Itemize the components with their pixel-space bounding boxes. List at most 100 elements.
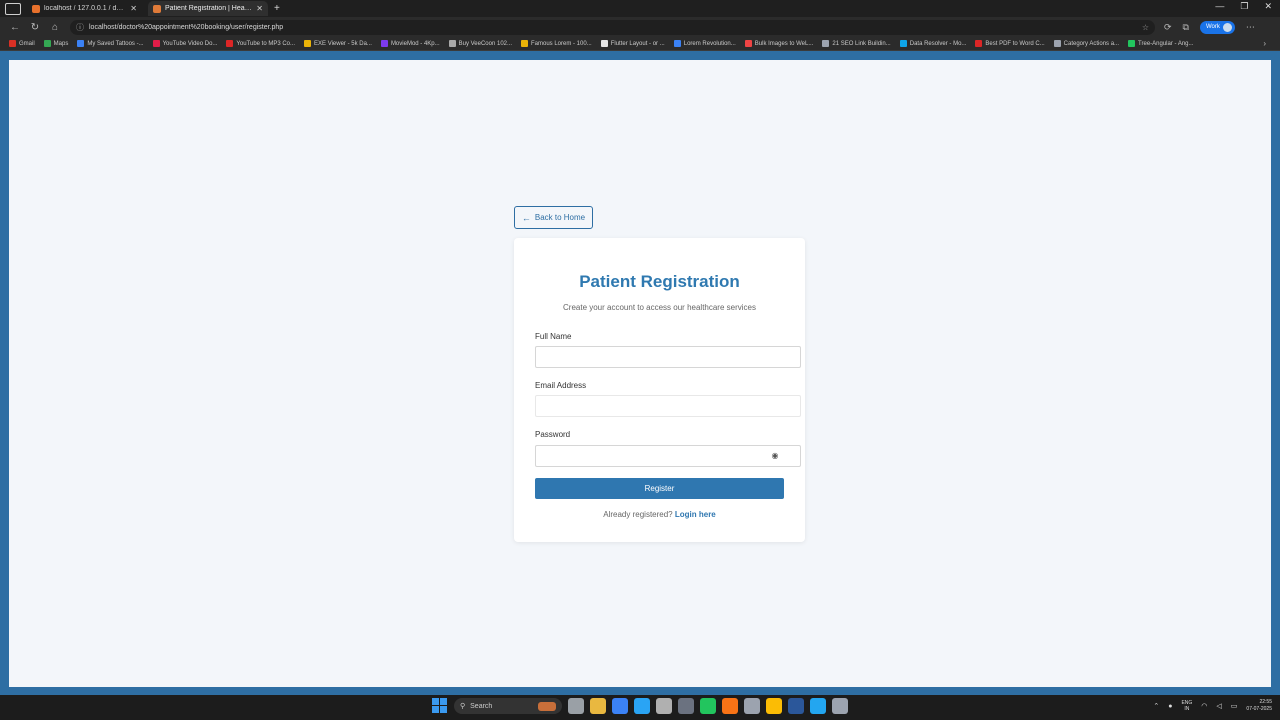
close-window-icon[interactable]: ✕ — [1264, 1, 1272, 12]
back-nav-icon[interactable]: ← — [10, 22, 20, 33]
arrow-left-icon: ← — [521, 212, 531, 223]
chrome-icon[interactable] — [766, 698, 782, 714]
terminal-icon[interactable] — [744, 698, 760, 714]
bookmark-item[interactable]: Buy VeeCoon 102... — [448, 40, 512, 47]
page-subtitle: Create your account to access our health… — [563, 303, 756, 312]
bookmark-label: My Saved Tattoos -... — [87, 40, 144, 47]
word-icon[interactable] — [788, 698, 804, 714]
minimize-icon[interactable]: — — [1215, 1, 1224, 12]
bookmark-icon — [43, 40, 51, 47]
reload-icon[interactable]: ↻ — [30, 22, 40, 33]
tab-title: Patient Registration | Healthcare — [165, 5, 253, 12]
bookmark-label: 21 SEO Link Buildin... — [832, 40, 891, 47]
bookmark-item[interactable]: Flutter Layout - or ... — [600, 40, 665, 47]
password-field[interactable]: ◉ — [535, 445, 801, 467]
back-to-home-button[interactable]: ← Back to Home — [514, 206, 593, 229]
bookmark-item[interactable]: Data Resolver - Mo... — [899, 40, 967, 47]
bookmark-item[interactable]: 21 SEO Link Buildin... — [822, 40, 891, 47]
bookmark-icon — [822, 40, 830, 47]
bookmark-icon — [673, 40, 681, 47]
bookmark-item[interactable]: YouTube Video Do... — [152, 40, 218, 47]
back-to-home-label: Back to Home — [534, 213, 586, 222]
battery-icon[interactable]: ▭ — [1231, 702, 1238, 710]
browser-tab-1[interactable]: localhost / 127.0.0.1 / doctor app ✕ — [27, 1, 142, 16]
taskbar-search[interactable]: ⚲ Search — [454, 698, 562, 714]
login-link[interactable]: Login here — [675, 510, 716, 519]
bookmark-item[interactable]: YouTube to MP3 Co... — [226, 40, 295, 47]
browser-tab-strip: localhost / 127.0.0.1 / doctor app ✕ Pat… — [0, 0, 1280, 17]
browser-tab-2[interactable]: Patient Registration | Healthcare ✕ — [148, 1, 268, 16]
vscode-icon[interactable] — [810, 698, 826, 714]
bookmark-icon — [744, 40, 752, 47]
firefox-icon[interactable] — [722, 698, 738, 714]
bookmark-icon — [975, 40, 983, 47]
settings-icon[interactable] — [678, 698, 694, 714]
bookmark-label: EXE Viewer - 5k Da... — [314, 40, 372, 47]
tab-title: localhost / 127.0.0.1 / doctor app — [44, 5, 126, 12]
email-label: Email Address — [535, 381, 587, 390]
bookmark-item[interactable]: Lorem Revolution... — [673, 40, 736, 47]
extensions-icon[interactable]: ⟳ — [1164, 22, 1172, 33]
bookmark-icon — [304, 40, 312, 47]
password-label: Password — [535, 430, 571, 439]
store-icon[interactable] — [656, 698, 672, 714]
bookmark-item[interactable]: Category Actions a... — [1053, 40, 1119, 47]
bookmark-label: MovieMod - 4Kp... — [390, 40, 440, 47]
wifi-icon[interactable]: ◠ — [1201, 702, 1207, 710]
favorite-star-icon[interactable]: ☆ — [1142, 23, 1149, 32]
more-menu-icon[interactable]: ⋯ — [1246, 22, 1255, 33]
new-tab-icon[interactable]: + — [274, 3, 280, 14]
bookmark-item[interactable]: Maps — [43, 40, 68, 47]
taskbar: ⚲ Search ⌃ ● ENG IN ◠ ◁ ▭ 22:55 07-07-20… — [0, 695, 1280, 720]
edge-browser-icon[interactable] — [634, 698, 650, 714]
task-view-icon[interactable] — [568, 698, 584, 714]
clock[interactable]: 22:55 07-07-2025 — [1246, 699, 1272, 713]
file-explorer-icon[interactable] — [590, 698, 606, 714]
bookmark-item[interactable]: My Saved Tattoos -... — [77, 40, 144, 47]
bookmark-item[interactable]: Gmail — [9, 40, 35, 47]
bookmark-label: YouTube to MP3 Co... — [236, 40, 296, 47]
bookmark-icon — [9, 40, 16, 47]
bookmark-icon — [1128, 40, 1136, 47]
bookmarks-bar: Gmail Maps My Saved Tattoos -... YouTube… — [0, 37, 1280, 51]
bookmark-item[interactable]: MovieMod - 4Kp... — [380, 40, 440, 47]
language-region: IN — [1184, 706, 1190, 712]
toolbar-icons: ⟳ ⧉ Work ⋯ — [1164, 20, 1255, 34]
bookmark-item[interactable]: Best PDF to Word C... — [975, 40, 1045, 47]
xbox-icon[interactable] — [700, 698, 716, 714]
language-indicator[interactable]: ENG IN — [1181, 700, 1192, 712]
bookmark-label: Gmail — [19, 40, 35, 47]
collections-icon[interactable]: ⧉ — [1183, 22, 1189, 33]
restore-icon[interactable]: ❐ — [1240, 1, 1248, 12]
bookmark-icon — [448, 40, 456, 47]
copilot-icon[interactable] — [612, 698, 628, 714]
full-name-field[interactable] — [535, 346, 801, 368]
volume-icon[interactable]: ◁ — [1216, 702, 1221, 710]
register-button[interactable]: Register — [535, 478, 784, 499]
tray-overflow-icon[interactable]: ⌃ — [1153, 702, 1159, 710]
eye-icon[interactable]: ◉ — [770, 451, 780, 461]
home-icon[interactable]: ⌂ — [50, 22, 60, 33]
email-field[interactable] — [535, 395, 801, 417]
bookmark-item[interactable]: Tree-Angular - Ang... — [1128, 40, 1194, 47]
bookmark-item[interactable]: EXE Viewer - 5k Da... — [304, 40, 372, 47]
bookmark-label: Tree-Angular - Ang... — [1138, 40, 1194, 47]
bookmarks-overflow-icon[interactable]: › — [1263, 39, 1266, 48]
login-prompt: Already registered? — [603, 510, 673, 519]
site-info-icon[interactable]: ⓘ — [76, 22, 84, 33]
bookmark-item[interactable]: Bulk Images to WeL... — [744, 40, 814, 47]
close-tab-icon[interactable]: ✕ — [130, 4, 137, 13]
bookmark-item[interactable]: Famous Lorem - 100... — [521, 40, 592, 47]
bookmark-icon — [380, 40, 388, 47]
bookmark-label: YouTube Video Do... — [162, 40, 218, 47]
powershell-icon[interactable] — [832, 698, 848, 714]
bookmark-label: Bulk Images to WeL... — [754, 40, 814, 47]
registration-page: ← Back to Home Patient Registration Crea… — [9, 60, 1271, 687]
bookmark-label: Data Resolver - Mo... — [909, 40, 967, 47]
tab-actions-icon[interactable] — [5, 2, 21, 15]
antivirus-icon[interactable]: ● — [1168, 703, 1172, 710]
profile-button[interactable]: Work — [1199, 20, 1235, 34]
close-tab-icon[interactable]: ✕ — [256, 4, 263, 13]
url-field[interactable]: ⓘ localhost/doctor%20appointment%20booki… — [70, 19, 1155, 35]
windows-start-icon[interactable] — [432, 698, 448, 714]
